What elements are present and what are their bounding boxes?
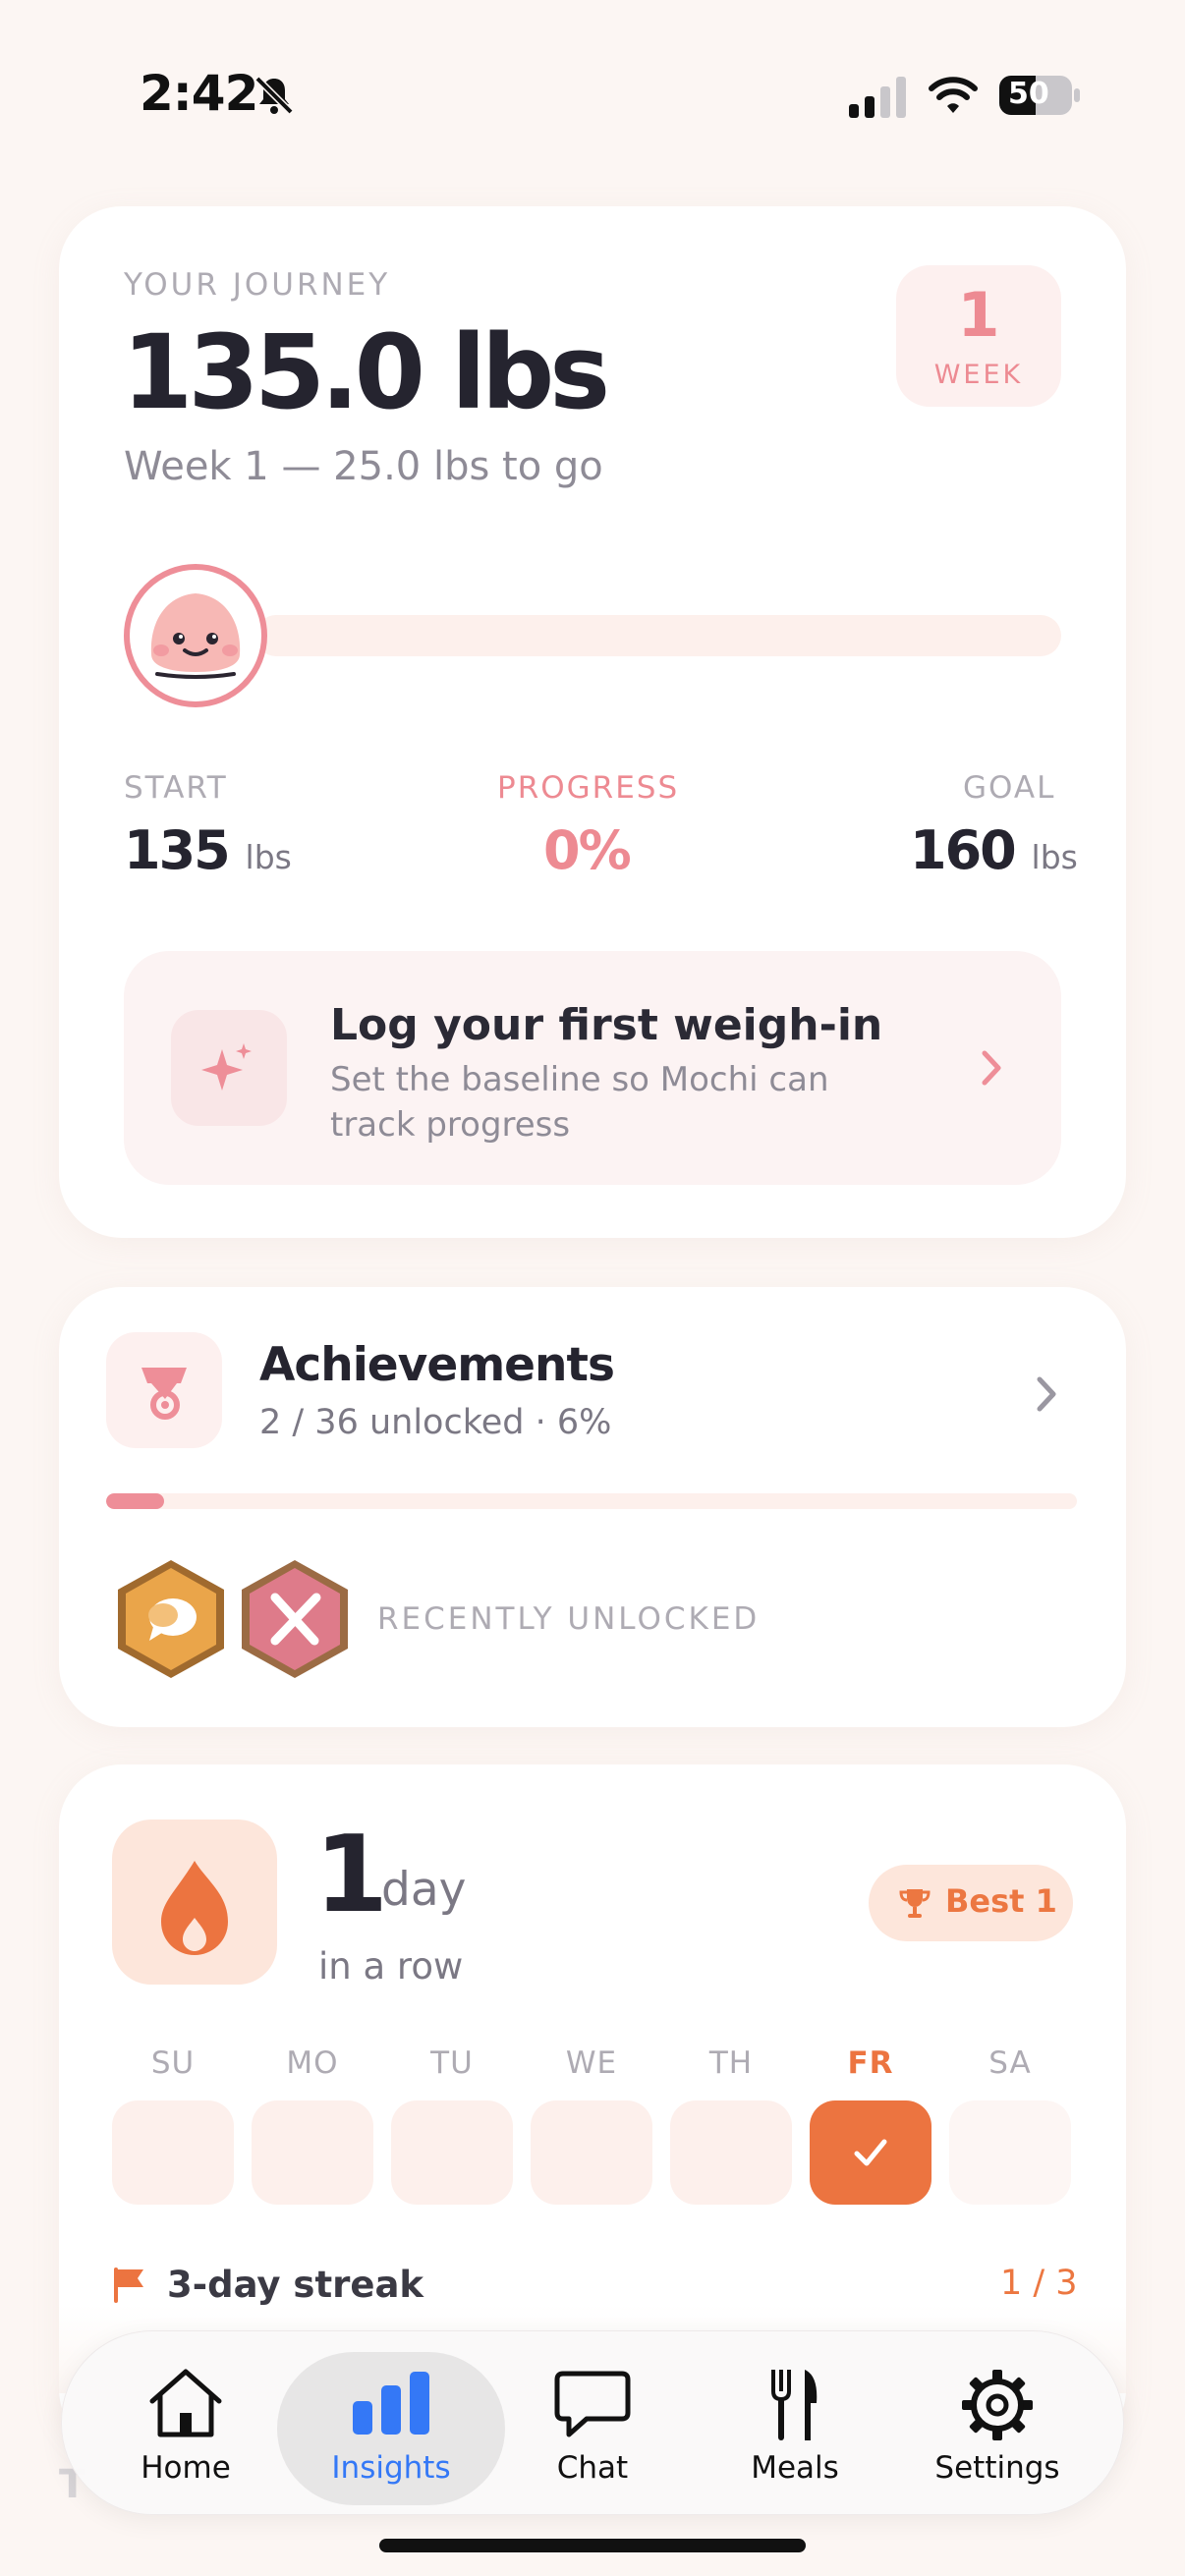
tab-insights[interactable]: Insights xyxy=(277,2352,505,2505)
recently-unlocked-label: RECENTLY UNLOCKED xyxy=(377,1601,761,1637)
tab-chat-label: Chat xyxy=(556,2450,629,2486)
achievements-title: Achievements xyxy=(259,1338,615,1392)
day-label-mo: MO xyxy=(286,2045,339,2081)
streak-unit: day xyxy=(381,1863,467,1917)
week-number: 1 xyxy=(957,279,1000,351)
day-label-sa: SA xyxy=(988,2045,1032,2081)
battery-level: 50 xyxy=(1008,77,1049,111)
flag-icon xyxy=(114,2268,143,2303)
streak-count: 1 xyxy=(314,1814,389,1936)
start-value: 135 xyxy=(124,819,231,881)
log-weigh-in-button[interactable]: Log your first weigh-in Set the baseline… xyxy=(124,951,1061,1185)
bar-chart-icon xyxy=(353,2372,429,2435)
day-label-tu: TU xyxy=(430,2045,474,2081)
tab-home[interactable]: Home xyxy=(85,2352,287,2505)
weight-progress-track xyxy=(255,615,1061,656)
medal-icon xyxy=(141,1368,187,1420)
day-label-we: WE xyxy=(565,2045,618,2081)
day-label-th: TH xyxy=(708,2045,754,2081)
week-label: WEEK xyxy=(933,360,1024,390)
best-streak-label: Best 1 xyxy=(945,1882,1057,1920)
achievements-progress-fill xyxy=(106,1493,165,1509)
wifi-icon xyxy=(929,77,978,113)
goal-weight: 160 lbs xyxy=(910,819,1078,881)
flame-icon xyxy=(161,1861,228,1955)
current-weight: 135.0 lbs xyxy=(122,312,610,432)
cta-description: Set the baseline so Mochi can track prog… xyxy=(330,1060,829,1145)
chevron-right-icon xyxy=(982,1050,1001,1086)
day-box-sa xyxy=(949,2100,1071,2205)
start-weight: 135 lbs xyxy=(124,819,292,881)
streak-row-label: in a row xyxy=(318,1945,464,1988)
tab-insights-label: Insights xyxy=(331,2450,451,2486)
start-label: START xyxy=(124,770,228,806)
day-box-fr xyxy=(810,2100,931,2205)
meals-badge-icon[interactable] xyxy=(238,1558,352,1680)
tab-settings[interactable]: Settings xyxy=(896,2352,1099,2505)
day-box-we xyxy=(531,2100,652,2205)
best-streak-badge: Best 1 xyxy=(869,1865,1073,1941)
flame-icon-box xyxy=(112,1820,277,1985)
medal-icon-box xyxy=(106,1332,222,1448)
journey-subtitle: Week 1 — 25.0 lbs to go xyxy=(124,444,603,489)
day-label-su: SU xyxy=(150,2045,196,2081)
mochi-mascot-icon xyxy=(124,564,267,707)
battery-indicator: 50 xyxy=(998,75,1081,116)
day-box-su xyxy=(112,2100,234,2205)
tab-meals-label: Meals xyxy=(751,2450,839,2486)
home-icon xyxy=(149,2369,222,2437)
day-box-tu xyxy=(391,2100,513,2205)
progress-label: PROGRESS xyxy=(497,770,680,806)
tab-home-label: Home xyxy=(141,2450,231,2486)
streak-goal-value: 1 / 3 xyxy=(1000,2264,1078,2303)
fork-knife-icon xyxy=(771,2370,818,2440)
progress-value: 0% xyxy=(543,819,632,881)
home-indicator[interactable] xyxy=(379,2539,806,2552)
goal-unit: lbs xyxy=(1031,838,1078,876)
day-box-mo xyxy=(252,2100,373,2205)
cellular-signal-icon xyxy=(849,77,906,118)
journey-label: YOUR JOURNEY xyxy=(124,267,391,303)
tab-meals[interactable]: Meals xyxy=(694,2352,896,2505)
bell-muted-icon xyxy=(254,76,294,115)
chevron-right-icon[interactable] xyxy=(1032,1373,1061,1415)
streak-goal-label: 3-day streak xyxy=(167,2264,424,2306)
status-time: 2:42 xyxy=(140,65,258,122)
tab-settings-label: Settings xyxy=(934,2450,1060,2486)
achievements-subtitle: 2 / 36 unlocked · 6% xyxy=(259,1403,612,1442)
cta-title: Log your first weigh-in xyxy=(330,1000,883,1050)
trophy-icon xyxy=(899,1889,931,1918)
start-unit: lbs xyxy=(245,838,292,876)
achievements-progress-track xyxy=(106,1493,1077,1509)
tab-chat[interactable]: Chat xyxy=(491,2352,694,2505)
chat-badge-icon[interactable] xyxy=(114,1558,228,1680)
checkmark-icon xyxy=(854,2139,887,2166)
sparkle-icon xyxy=(201,1043,252,1091)
sparkle-icon-box xyxy=(171,1010,287,1126)
gear-icon xyxy=(962,2370,1033,2440)
chat-bubble-icon xyxy=(554,2371,631,2437)
goal-label: GOAL xyxy=(963,770,1056,806)
day-box-th xyxy=(670,2100,792,2205)
week-badge: 1 WEEK xyxy=(896,265,1061,407)
day-label-fr: FR xyxy=(847,2045,894,2081)
goal-value: 160 xyxy=(910,819,1017,881)
